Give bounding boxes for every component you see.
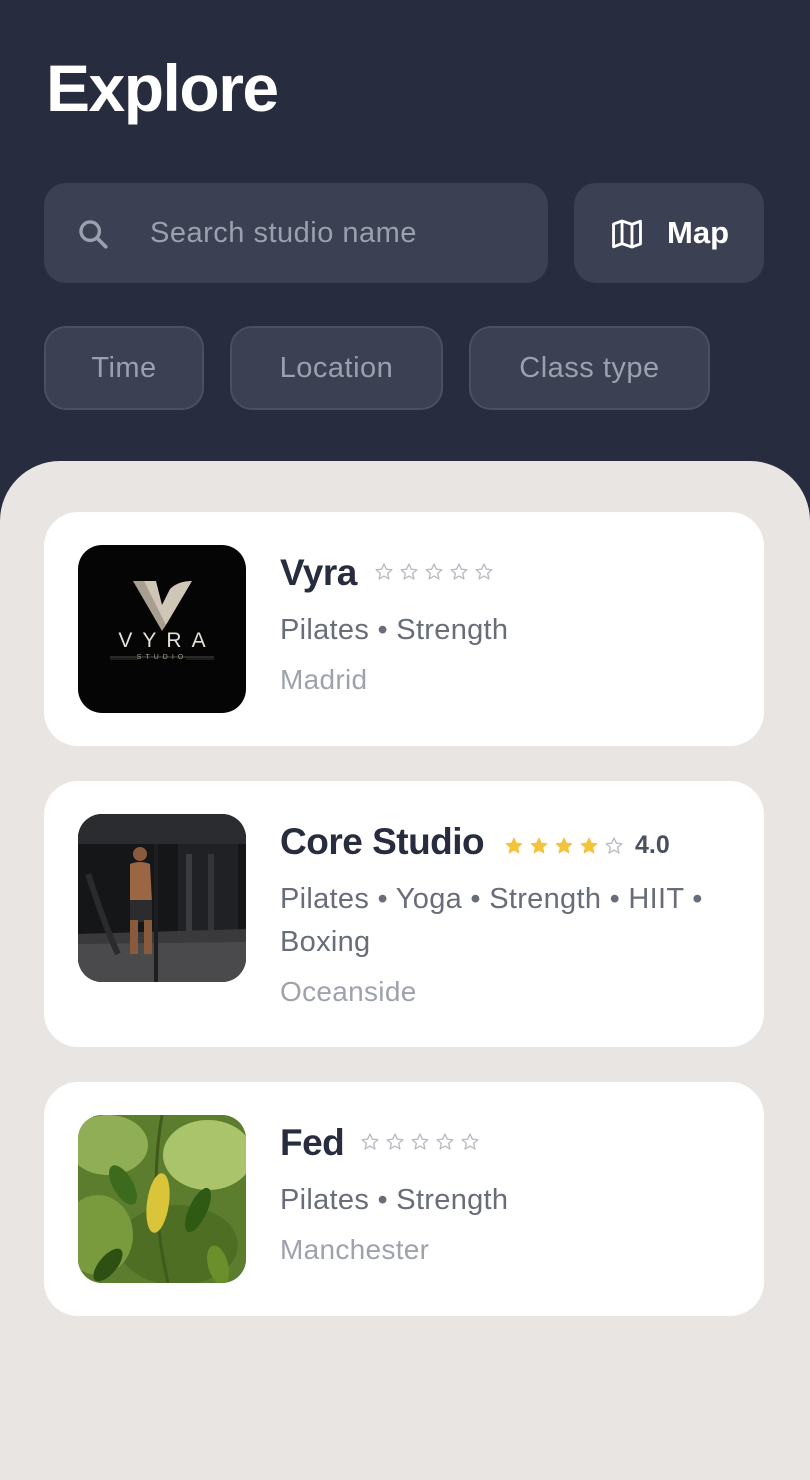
studio-photo-fed [78,1115,246,1283]
star-empty-icon [400,563,418,580]
filter-chip-time[interactable]: Time [44,326,204,410]
filter-chip-class-type[interactable]: Class type [469,326,710,410]
results-sheet: VYRA STUDIO Vyra Pilates • Strength Madr… [0,461,810,1480]
rating-value: 4.0 [635,831,670,859]
star-filled-icon [580,837,598,853]
star-empty-icon [361,1133,379,1150]
logo-wordmark: VYRA [118,629,216,652]
star-empty-icon [436,1133,454,1150]
star-empty-icon [425,563,443,580]
studio-name: Vyra [280,552,357,593]
studio-card-core-studio[interactable]: Core Studio 4.0 Pilates • Yoga • Strengt… [44,781,764,1047]
studio-city: Oceanside [280,976,417,1007]
studio-city: Manchester [280,1234,430,1265]
logo-subtitle: STUDIO [136,654,188,661]
star-empty-icon [386,1133,404,1150]
star-empty-icon [375,563,393,580]
studio-logo-vyra: VYRA STUDIO [78,545,246,713]
star-empty-icon [605,836,623,854]
filter-chip-location[interactable]: Location [230,326,443,410]
map-button-label: Map [667,215,729,250]
star-rating [374,562,499,582]
star-filled-icon [530,837,548,853]
map-icon [612,219,642,249]
studio-class-types: Pilates • Strength [280,614,509,646]
studio-name: Core Studio [280,821,485,862]
studio-city: Madrid [280,664,368,695]
studio-card-fed[interactable]: Fed Pilates • Strength Manchester [44,1082,764,1316]
star-filled-icon [555,837,573,853]
star-rating [360,1132,485,1152]
search-icon [79,220,108,249]
studio-class-types: Pilates • Strength [280,1184,509,1216]
studio-card-vyra[interactable]: VYRA STUDIO Vyra Pilates • Strength Madr… [44,512,764,746]
map-button[interactable]: Map [574,183,764,283]
page-title: Explore [46,51,279,125]
studio-class-types: Pilates • Yoga • Strength • HIIT • Boxin… [280,883,703,958]
header: Explore Map Time Location Class type [0,0,810,470]
star-empty-icon [411,1133,429,1150]
star-rating: 4.0 [504,831,670,860]
search-input[interactable] [150,211,530,255]
star-filled-icon [505,837,523,853]
star-empty-icon [450,563,468,580]
studio-name: Fed [280,1122,345,1163]
studio-photo-core-studio [78,814,246,982]
search-bar[interactable] [44,183,548,283]
star-empty-icon [461,1133,479,1150]
star-empty-icon [475,563,493,580]
